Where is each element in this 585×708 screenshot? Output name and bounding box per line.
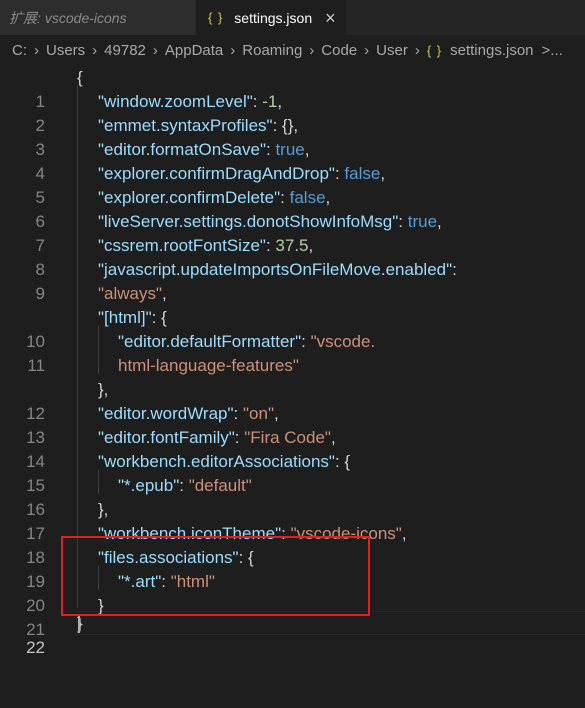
code-line: 16 "*.epub": "default": [0, 474, 585, 519]
chevron-right-icon: ›: [364, 41, 370, 59]
json-key: "editor.defaultFormatter": [118, 332, 302, 351]
json-value: {}: [282, 116, 294, 135]
json-value: true: [407, 212, 438, 231]
breadcrumb: C: › Users › 49782 › AppData › Roaming ›…: [0, 35, 585, 65]
json-key: "emmet.syntaxProfiles": [98, 116, 273, 135]
breadcrumb-item[interactable]: Users: [46, 42, 85, 59]
code-line: 10 "[html]": {: [0, 306, 585, 351]
json-key: "editor.fontFamily": [98, 428, 235, 447]
json-key: "*.epub": [118, 476, 180, 495]
code-line-wrapped: html-language-features": [0, 354, 585, 378]
code-line: 14 "editor.fontFamily": "Fira Code",: [0, 426, 585, 471]
code-line: 11 "editor.defaultFormatter": "vscode.: [0, 330, 585, 375]
tab-extension-label: vscode-icons: [44, 9, 127, 26]
code-line: 15 "workbench.editorAssociations": {: [0, 450, 585, 495]
json-key: "explorer.confirmDelete": [98, 188, 281, 207]
json-key: "explorer.confirmDragAndDrop": [98, 164, 335, 183]
json-value: "vscode.: [310, 332, 376, 351]
code-text: },: [98, 380, 109, 399]
code-line: 1 {: [0, 66, 585, 111]
chevron-right-icon: ›: [34, 41, 39, 59]
json-key: "workbench.editorAssociations": [98, 452, 335, 471]
json-key: "[html]": [98, 308, 152, 327]
breadcrumb-item[interactable]: Roaming: [242, 42, 302, 59]
line-number: 22: [26, 638, 45, 657]
breadcrumb-item[interactable]: AppData: [165, 42, 223, 59]
breadcrumb-item[interactable]: User: [376, 42, 408, 59]
breadcrumb-overflow[interactable]: >...: [542, 42, 563, 59]
json-value: {: [161, 308, 167, 327]
json-value: "Fira Code": [244, 428, 331, 447]
code-line: 6 "explorer.confirmDelete": false,: [0, 186, 585, 231]
json-key: "editor.wordWrap": [98, 404, 234, 423]
code-line: 4 "editor.formatOnSave": true,: [0, 138, 585, 183]
text-cursor: [78, 614, 80, 633]
json-key: "editor.formatOnSave": [98, 140, 266, 159]
json-key: "javascript.updateImportsOnFileMove.enab…: [98, 260, 453, 279]
chevron-right-icon: ›: [414, 41, 420, 59]
json-value: {: [344, 452, 351, 471]
annotation-highlight-box: [61, 536, 370, 616]
json-value: false: [289, 188, 326, 207]
json-value: -1: [262, 92, 278, 111]
code-line: 13 "editor.wordWrap": "on",: [0, 402, 585, 447]
code-text: },: [98, 500, 109, 519]
tab-bar: 扩展: vscode-icons { } settings.json ×: [0, 0, 585, 35]
chevron-right-icon: ›: [152, 41, 158, 59]
code-line: 7 "liveServer.settings.donotShowInfoMsg"…: [0, 210, 585, 255]
chevron-right-icon: ›: [309, 41, 315, 59]
json-key: "window.zoomLevel": [98, 92, 253, 111]
code-line: 2 "window.zoomLevel": -1,: [0, 90, 585, 135]
json-value: true: [275, 140, 305, 159]
tab-settings-label: settings.json: [234, 9, 313, 26]
code-line: 5 "explorer.confirmDragAndDrop": false,: [0, 162, 585, 207]
json-value: "default": [188, 476, 252, 495]
json-file-icon: { }: [208, 10, 224, 25]
close-icon[interactable]: ×: [325, 9, 336, 27]
breadcrumb-item[interactable]: 49782: [104, 42, 146, 59]
code-line: 9 "javascript.updateImportsOnFileMove.en…: [0, 258, 585, 303]
json-file-icon: { }: [426, 42, 443, 58]
code-line: 12 },: [0, 378, 585, 423]
json-value: false: [344, 164, 381, 183]
tab-settings-json[interactable]: { } settings.json ×: [196, 0, 346, 35]
json-value: "always": [98, 284, 163, 303]
breadcrumb-item[interactable]: Code: [321, 42, 357, 59]
code-line: 3 "emmet.syntaxProfiles": {},: [0, 114, 585, 159]
chevron-right-icon: ›: [92, 41, 98, 59]
json-key: "liveServer.settings.donotShowInfoMsg": [98, 212, 399, 231]
code-text: {: [77, 68, 83, 87]
tab-extension-vscode-icons[interactable]: 扩展: vscode-icons: [0, 0, 196, 35]
chevron-right-icon: ›: [230, 41, 236, 59]
tab-extension-prefix: 扩展:: [9, 9, 41, 26]
breadcrumb-item[interactable]: C:: [12, 42, 27, 59]
code-line-wrapped: "always",: [98, 284, 167, 303]
code-line: 8 "cssrem.rootFontSize": 37.5,: [0, 234, 585, 279]
json-value: html-language-features": [118, 356, 299, 375]
json-value: "on": [243, 404, 274, 423]
json-value: 37.5: [275, 236, 309, 255]
code-line: 17 },: [0, 498, 585, 543]
breadcrumb-file[interactable]: settings.json: [450, 42, 533, 59]
json-key: "cssrem.rootFontSize": [98, 236, 266, 255]
